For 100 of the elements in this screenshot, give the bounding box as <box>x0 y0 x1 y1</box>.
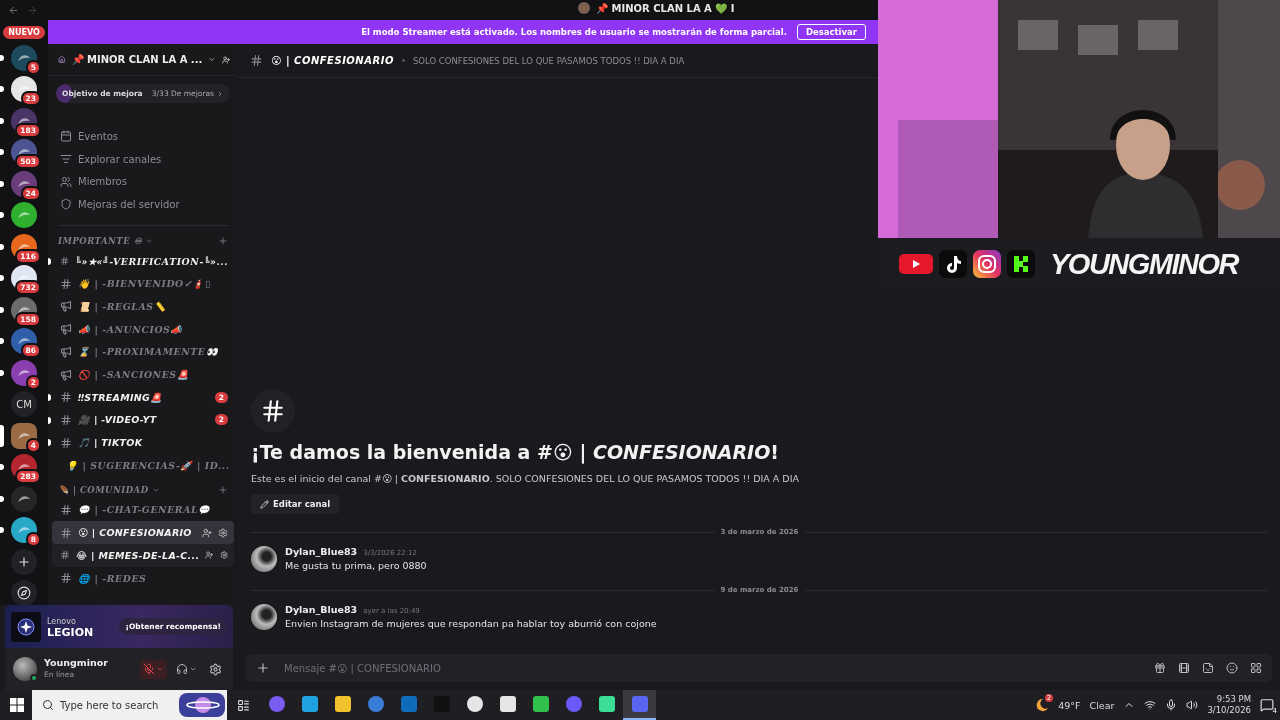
channel-name: 📜 | -REGLAS📏 <box>78 300 168 312</box>
megaphone-icon <box>60 345 72 358</box>
task-view-icon[interactable] <box>237 698 250 712</box>
settings-icon[interactable] <box>219 550 228 561</box>
category-name[interactable]: 🪶 | COMUNIDAD <box>58 484 149 495</box>
gift-icon[interactable] <box>1154 662 1166 674</box>
server-name[interactable]: 📌 MINOR CLAN LA A ... <box>71 54 203 65</box>
channel-name: 😮 | CONFESIONARIO <box>78 527 193 539</box>
server-icon[interactable] <box>11 170 37 197</box>
server-icon[interactable] <box>11 202 37 228</box>
apps-icon[interactable] <box>1250 662 1262 674</box>
deactivate-button[interactable]: Desactivar <box>796 24 866 40</box>
channel-item[interactable]: 😮 | CONFESIONARIO <box>52 521 234 544</box>
user-avatar <box>251 604 277 630</box>
play-icon <box>898 252 934 276</box>
hash-icon <box>250 54 263 67</box>
brand-text: Lenovo <box>47 615 77 627</box>
caret-icon <box>189 665 197 673</box>
search-field[interactable]: Type here to search <box>32 690 227 720</box>
members-icon <box>60 175 72 188</box>
invite-icon[interactable] <box>221 53 230 66</box>
invite-icon[interactable] <box>202 527 212 538</box>
hash-icon <box>60 572 72 585</box>
clock[interactable]: 9:53 PM 3/10/2026 <box>1207 694 1251 716</box>
network-icon[interactable] <box>1144 699 1157 711</box>
server-icon[interactable]: CM <box>11 391 37 417</box>
home-icon <box>58 54 66 65</box>
message-field[interactable]: Mensaje #😮 | CONFESIONARIO <box>246 654 1272 682</box>
message-text: Envien Instagram de mujeres que respondan pa hablar toy aburrió con cojone <box>285 618 657 629</box>
hash-icon <box>60 413 72 426</box>
volume-icon[interactable] <box>1186 699 1199 711</box>
emoji-icon[interactable] <box>1226 662 1238 674</box>
menu-item[interactable]: Miembros <box>48 170 238 194</box>
pencil-icon <box>260 499 269 509</box>
channel-item[interactable]: 🚫 | -SANCIONES🚨 <box>52 363 234 386</box>
server-icon[interactable] <box>11 422 37 449</box>
search-icon <box>42 699 54 711</box>
category-name[interactable]: IMPORTANTE ♾ <box>58 235 143 246</box>
channel-name: ╚»★«╝-VERIFICATION-╚»... <box>75 255 228 267</box>
caret-icon <box>156 665 164 673</box>
user-name: Youngminor <box>44 657 108 669</box>
channel-item[interactable]: 📣 | -ANUNCIOS📣 <box>52 317 234 341</box>
chevron-icon <box>216 89 224 98</box>
author-name[interactable]: Dylan_Blue83 <box>285 604 358 615</box>
menu-item[interactable]: Explorar canales <box>48 147 238 171</box>
notifications-icon[interactable] <box>1260 698 1274 712</box>
hash-icon <box>60 391 72 404</box>
sticker-icon[interactable] <box>1202 662 1214 674</box>
channel-item[interactable]: ╚»★«╝-VERIFICATION-╚»... <box>52 249 234 273</box>
hash-icon <box>60 503 72 516</box>
channel-item[interactable]: 💡 | SUGERENCIAS-🚀 | ID... <box>52 453 234 477</box>
camera-icon <box>972 249 1002 279</box>
server-icon[interactable] <box>11 44 37 71</box>
channel-item[interactable]: 📜 | -REGLAS📏 <box>52 295 234 318</box>
channel-item[interactable]: 🌐 | -REDES <box>52 566 234 590</box>
channel-name: 🎥 | -VIDEO-YT <box>78 414 158 426</box>
channel-title: 😮 | CONFESIONARIO <box>271 55 394 66</box>
events-icon <box>60 130 72 143</box>
channel-name: 😂 | MEMES-DE-LA-C... <box>76 549 200 561</box>
invite-icon[interactable] <box>205 550 214 561</box>
hash-icon <box>60 526 72 539</box>
mic-icon[interactable] <box>1165 699 1178 711</box>
back-icon[interactable] <box>8 4 19 16</box>
settings-icon[interactable] <box>218 527 228 538</box>
start-icon[interactable] <box>10 698 24 712</box>
taskbar-app[interactable] <box>623 690 656 720</box>
menu-item[interactable]: Mejoras del servidor <box>48 193 238 216</box>
welcome-title: ¡Te damos la bienvenida a #😮 | CONFESIONARIO! <box>251 441 780 463</box>
mic-off-icon <box>143 663 155 675</box>
server-icon[interactable] <box>11 517 37 543</box>
channel-item[interactable]: 😂 | MEMES-DE-LA-C... <box>52 544 234 567</box>
channel-item[interactable]: 👋 | -BIENVENIDO✓🧯▯ <box>52 272 234 296</box>
server-icon[interactable] <box>11 359 37 386</box>
attach-button[interactable] <box>256 661 270 675</box>
message-input[interactable]: Mensaje #😮 | CONFESIONARIO <box>282 661 1142 675</box>
planet-icon <box>177 692 227 718</box>
discover-button[interactable] <box>11 580 37 605</box>
add-server-button[interactable] <box>11 548 37 575</box>
edit-channel-button[interactable]: Editar canal <box>251 494 340 514</box>
channel-item[interactable]: ⌛ | -PROXIMAMENTE👀 <box>52 340 234 364</box>
hash-icon <box>60 277 72 290</box>
compass-icon <box>17 586 31 600</box>
k-icon <box>1006 249 1036 279</box>
server-avatar <box>578 2 590 14</box>
channel-name: 🌐 | -REDES <box>78 572 148 584</box>
author-name[interactable]: Dylan_Blue83 <box>285 546 358 557</box>
megaphone-icon <box>60 300 72 313</box>
mic-button[interactable] <box>140 659 167 679</box>
window-title: 📌 MINOR CLAN LA A 💚 I <box>596 2 735 14</box>
hash-icon <box>251 389 295 433</box>
online-dot <box>30 674 38 682</box>
menu-item[interactable]: Eventos <box>48 125 238 148</box>
gif-icon[interactable] <box>1178 662 1190 674</box>
channel-item[interactable]: 💬 | -CHAT-GENERAL💬 <box>52 498 234 522</box>
channel-item[interactable]: 🎵 | TIKTOK <box>52 431 234 454</box>
add-channel-icon[interactable] <box>218 235 228 246</box>
add-channel-icon[interactable] <box>218 484 228 495</box>
channel-name: 🎵 | TIKTOK <box>78 437 144 449</box>
channel-name: 💡 | SUGERENCIAS-🚀 | ID... <box>66 459 230 471</box>
channel-name: 👋 | -BIENVENIDO✓🧯▯ <box>78 278 212 290</box>
